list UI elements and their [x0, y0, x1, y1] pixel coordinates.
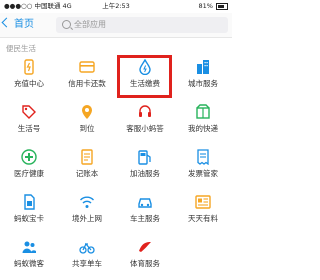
app-item[interactable]: 生活号: [0, 99, 58, 137]
app-item[interactable]: 蚂蚁微客: [0, 234, 58, 272]
location-pin-icon: [79, 104, 95, 120]
app-item[interactable]: 医疗健康: [0, 144, 58, 182]
app-item-label: 到位: [79, 124, 95, 133]
app-item-label: 境外上网: [72, 214, 102, 223]
car-icon: [137, 194, 153, 210]
app-item-label: 信用卡还款: [68, 79, 106, 88]
app-item[interactable]: 客服小蚂答: [116, 99, 174, 137]
app-item[interactable]: 充值中心: [0, 54, 58, 92]
status-bar: ●●●○○ 中国联通 4G 上午2:53 81%: [0, 0, 232, 13]
app-item[interactable]: 发票管家: [174, 144, 232, 182]
app-item[interactable]: 到位: [58, 99, 116, 137]
credit-card-icon: [79, 59, 95, 75]
status-time: 上午2:53: [102, 2, 130, 10]
headset-icon: [137, 104, 153, 120]
app-item-label: 我的快递: [188, 124, 218, 133]
invoice-icon: [195, 149, 211, 166]
search-icon: [62, 20, 71, 29]
fuel-pump-icon: [137, 149, 153, 165]
highlight-box: [117, 55, 172, 98]
battery-icon: [216, 2, 228, 10]
city-building-icon: [195, 59, 211, 75]
app-item-label: 天天有料: [188, 214, 218, 223]
app-item-label: 蚂蚁宝卡: [14, 214, 44, 223]
app-item[interactable]: 信用卡还款: [58, 54, 116, 92]
people-icon: [21, 239, 37, 255]
phone-charge-icon: [21, 59, 37, 75]
app-item[interactable]: 车主服务: [116, 189, 174, 227]
app-item-label: 充值中心: [14, 79, 44, 88]
nav-bar: 首页 全部应用: [0, 13, 232, 38]
app-item[interactable]: 共享单车: [58, 234, 116, 272]
battery-percent: 81%: [198, 2, 213, 10]
app-item-label: 加油服务: [130, 169, 160, 178]
app-item-label: 记账本: [75, 169, 99, 178]
search-placeholder: 全部应用: [74, 20, 106, 29]
notebook-icon: [79, 149, 95, 165]
back-label: 首页: [14, 19, 34, 30]
app-item[interactable]: 记账本: [58, 144, 116, 182]
app-item-label: 城市服务: [188, 79, 218, 88]
tag-icon: [21, 104, 37, 120]
app-item[interactable]: 境外上网: [58, 189, 116, 227]
battery-status: 81%: [198, 0, 228, 13]
app-item[interactable]: 体育服务: [116, 234, 174, 272]
app-item-label: 共享单车: [72, 259, 102, 268]
app-item-label: 体育服务: [130, 259, 160, 268]
chevron-left-icon: [1, 17, 12, 28]
sport-icon: [137, 239, 153, 255]
app-item-label: 客服小蚂答: [126, 124, 164, 133]
app-item[interactable]: 加油服务: [116, 144, 174, 182]
news-icon: [195, 194, 211, 210]
search-input[interactable]: 全部应用: [56, 17, 228, 33]
app-item[interactable]: 天天有料: [174, 189, 232, 227]
app-item[interactable]: 城市服务: [174, 54, 232, 92]
app-item-empty: [174, 234, 232, 272]
app-item-label: 生活号: [17, 124, 41, 133]
bicycle-icon: [79, 239, 95, 255]
app-item-label: 医疗健康: [14, 169, 44, 178]
app-item-label: 车主服务: [130, 214, 160, 223]
package-icon: [195, 104, 211, 120]
app-item[interactable]: 蚂蚁宝卡: [0, 189, 58, 227]
sim-card-icon: [21, 194, 37, 210]
wifi-icon: [79, 194, 95, 210]
medical-plus-icon: [21, 149, 37, 165]
back-button[interactable]: 首页: [1, 17, 34, 33]
section-title: 便民生活: [6, 44, 36, 53]
app-item-label: 蚂蚁微客: [14, 259, 44, 268]
app-item-label: 发票管家: [188, 169, 218, 178]
app-item[interactable]: 我的快递: [174, 99, 232, 137]
